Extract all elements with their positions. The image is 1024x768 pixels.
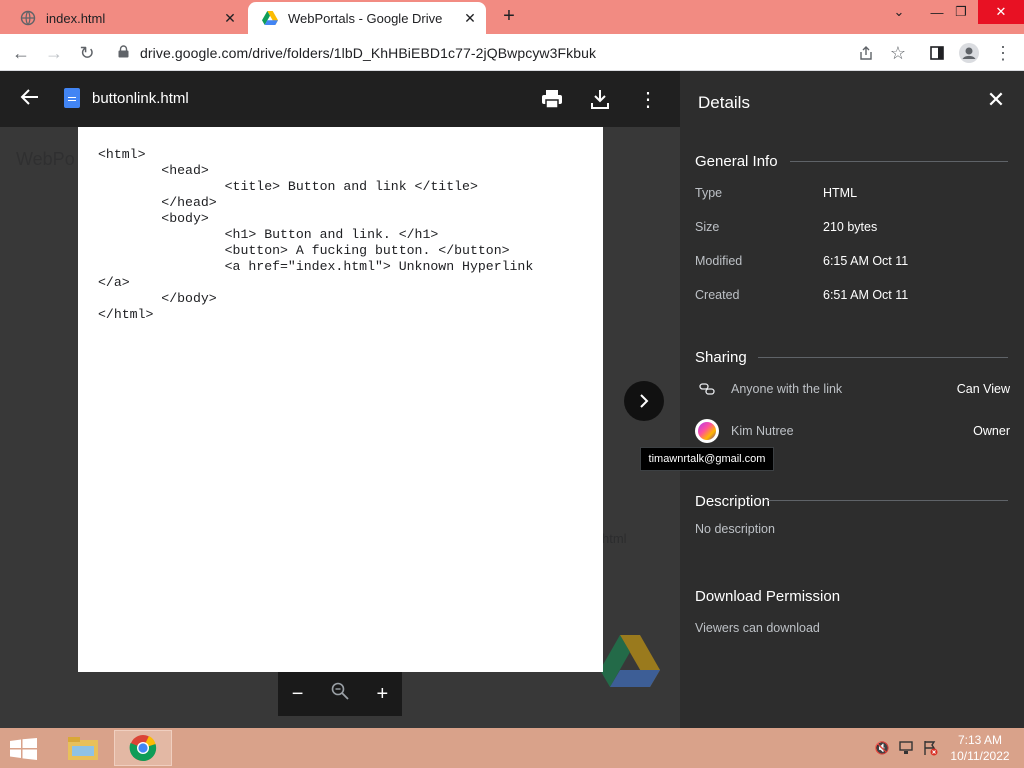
address-bar[interactable]: drive.google.com/drive/folders/1lbD_KhHB… bbox=[108, 38, 856, 68]
zoom-toolbar: − + bbox=[278, 672, 402, 716]
owner-avatar bbox=[695, 419, 719, 443]
section-divider bbox=[790, 161, 1008, 162]
reload-icon[interactable]: ↻ bbox=[74, 40, 100, 66]
google-drive-icon bbox=[262, 10, 278, 26]
action-center-flag-icon[interactable] bbox=[922, 740, 938, 756]
tab-close-icon[interactable]: ✕ bbox=[220, 8, 240, 28]
new-tab-button[interactable]: + bbox=[498, 6, 520, 28]
lock-icon bbox=[118, 45, 132, 61]
created-label: Created bbox=[695, 288, 740, 302]
section-divider bbox=[758, 357, 1008, 358]
network-icon[interactable] bbox=[898, 740, 914, 756]
link-sharing-label: Anyone with the link bbox=[731, 382, 843, 396]
print-icon[interactable] bbox=[540, 87, 564, 111]
type-value: HTML bbox=[823, 186, 858, 200]
file-explorer-icon[interactable] bbox=[54, 730, 112, 766]
type-label: Type bbox=[695, 186, 723, 200]
clock-time: 7:13 AM bbox=[957, 733, 1003, 747]
tab-search-chevron-icon[interactable]: ⌄ bbox=[882, 0, 916, 24]
back-arrow-icon[interactable]: ← bbox=[8, 40, 34, 66]
size-label: Size bbox=[695, 220, 720, 234]
details-panel: Details ✕ General Info Type HTML Size 21… bbox=[680, 71, 1024, 728]
windows-taskbar: 🔇 7:13 AM 10/11/2022 bbox=[0, 728, 1024, 768]
windows-start-icon[interactable] bbox=[10, 738, 38, 760]
description-heading: Description bbox=[695, 493, 771, 510]
zoom-in-button[interactable]: + bbox=[377, 683, 389, 706]
profile-avatar-icon[interactable] bbox=[956, 40, 982, 66]
tab-title: WebPortals - Google Drive bbox=[288, 10, 443, 26]
speaker-muted-icon[interactable]: 🔇 bbox=[874, 740, 890, 756]
more-options-icon[interactable]: ⋮ bbox=[636, 87, 660, 111]
download-permission-text: Viewers can download bbox=[695, 621, 820, 635]
size-value: 210 bytes bbox=[823, 220, 878, 234]
background-partial-text: html bbox=[602, 531, 627, 546]
general-info-heading: General Info bbox=[695, 153, 778, 170]
restore-button[interactable]: ❐ bbox=[944, 0, 978, 24]
section-divider bbox=[768, 500, 1008, 501]
modified-value: 6:15 AM Oct 11 bbox=[823, 254, 909, 268]
bookmark-star-icon[interactable]: ☆ bbox=[885, 40, 911, 66]
tab-google-drive[interactable]: WebPortals - Google Drive ✕ bbox=[248, 2, 486, 34]
zoom-out-button[interactable]: − bbox=[292, 683, 304, 706]
side-panel-icon[interactable] bbox=[924, 40, 950, 66]
background-page-title: WebPo bbox=[16, 149, 75, 169]
browser-toolbar: ← → ↻ drive.google.com/drive/folders/1lb… bbox=[0, 34, 1024, 71]
close-preview-back-arrow-icon[interactable] bbox=[20, 87, 44, 111]
preview-file-name: buttonlink.html bbox=[92, 90, 189, 107]
link-sharing-role: Can View bbox=[956, 382, 1010, 396]
link-icon bbox=[695, 377, 719, 401]
share-icon[interactable] bbox=[853, 40, 879, 66]
system-clock[interactable]: 7:13 AM 10/11/2022 bbox=[946, 732, 1014, 764]
document-page: <html> <head> <title> Button and link </… bbox=[78, 127, 603, 672]
tab-close-icon[interactable]: ✕ bbox=[460, 8, 480, 28]
url-text: drive.google.com/drive/folders/1lbD_KhHB… bbox=[140, 45, 597, 61]
next-file-chevron-icon[interactable] bbox=[624, 381, 664, 421]
owner-row: Kim Nutree Owner bbox=[695, 419, 1010, 443]
zoom-magnifier-icon[interactable] bbox=[331, 682, 349, 706]
details-title: Details bbox=[698, 93, 750, 112]
owner-name: Kim Nutree bbox=[731, 424, 794, 438]
google-docs-file-icon bbox=[64, 88, 80, 108]
window-close-button[interactable]: ✕ bbox=[978, 0, 1024, 24]
clock-date: 10/11/2022 bbox=[950, 749, 1010, 763]
owner-role: Owner bbox=[973, 424, 1010, 438]
modified-label: Modified bbox=[695, 254, 743, 268]
link-sharing-row: Anyone with the link Can View bbox=[695, 377, 1010, 401]
file-content-text: <html> <head> <title> Button and link </… bbox=[98, 147, 534, 322]
created-value: 6:51 AM Oct 11 bbox=[823, 288, 909, 302]
close-details-icon[interactable]: ✕ bbox=[984, 89, 1008, 113]
download-permission-heading: Download Permission bbox=[695, 588, 841, 605]
tab-strip: index.html ✕ WebPortals - Google Drive ✕… bbox=[0, 0, 1024, 34]
sharing-heading: Sharing bbox=[695, 349, 747, 366]
viewer-header: buttonlink.html ⋮ bbox=[0, 71, 680, 127]
chrome-taskbar-icon[interactable] bbox=[114, 730, 172, 766]
browser-menu-icon[interactable]: ⋮ bbox=[990, 40, 1016, 66]
download-icon[interactable] bbox=[588, 87, 612, 111]
tab-title: index.html bbox=[46, 10, 106, 26]
globe-icon bbox=[20, 10, 36, 26]
file-preview-overlay: WebPo html buttonlink.html ⋮ <html> <hea… bbox=[0, 71, 680, 728]
forward-arrow-icon[interactable]: → bbox=[41, 40, 67, 66]
description-text: No description bbox=[695, 522, 775, 536]
owner-email-tooltip: timawnrtalk@gmail.com bbox=[640, 447, 774, 471]
tab-index-html[interactable]: index.html ✕ bbox=[6, 2, 246, 34]
google-drive-logo-icon bbox=[600, 635, 660, 687]
